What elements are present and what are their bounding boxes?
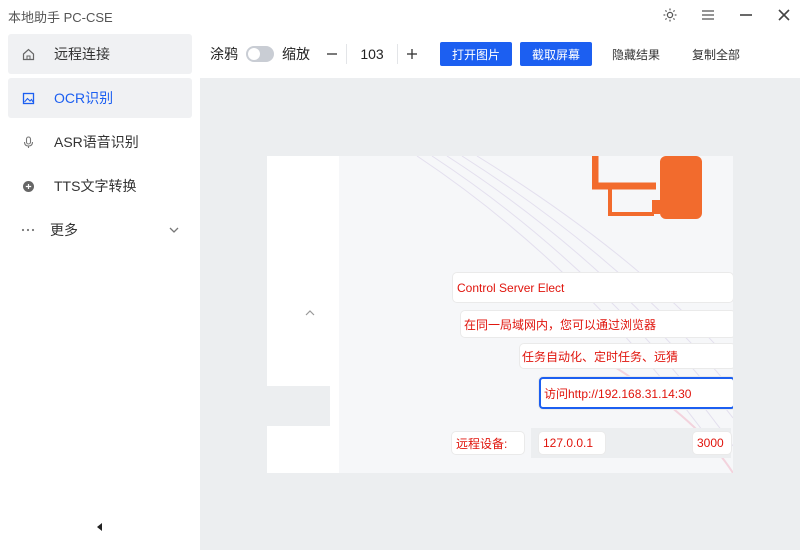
app-title: 本地助手 PC-CSE — [8, 10, 113, 25]
zoom-value[interactable]: 103 — [347, 46, 397, 62]
caret-left-icon[interactable] — [93, 520, 107, 534]
app-logo-image — [592, 156, 702, 219]
sidebar-more-label: 更多 — [50, 222, 78, 238]
sidebar-item-label: TTS文字转换 — [54, 178, 137, 194]
ocr-result-box[interactable]: 在同一局域网内，您可以通过浏览器 — [461, 311, 733, 337]
doodle-toggle[interactable] — [246, 46, 274, 62]
ocr-result-text: Control Server Elect — [457, 280, 565, 295]
ocr-result-text: 在同一局域网内，您可以通过浏览器 — [464, 317, 657, 332]
sidebar-item-ocr[interactable]: OCR识别 — [8, 78, 192, 118]
ocr-result-box[interactable]: 远程设备: — [452, 432, 524, 454]
ocr-result-text: 任务自动化、定时任务、远猜 — [522, 349, 679, 364]
home-icon — [20, 46, 36, 62]
ellipsis-icon — [20, 222, 36, 238]
ocr-result-box-selected[interactable]: 访问http://192.168.31.14:30 — [539, 377, 733, 409]
microphone-icon — [20, 134, 36, 150]
chevron-down-icon — [168, 223, 180, 239]
zoom-in-icon[interactable] — [398, 40, 426, 68]
image-canvas-area: | · Control Server Elect 在同一局域网内，您可以通过浏览… — [200, 78, 800, 550]
sidebar-item-tts[interactable]: TTS文字转换 — [8, 166, 192, 206]
toolbar: 涂鸦 缩放 103 打开图片 截取屏幕 隐藏结果 复制全部 — [200, 30, 800, 78]
text-convert-icon — [20, 178, 36, 194]
title-bar: 本地助手 PC-CSE — [0, 0, 800, 30]
ocr-result-text: 3000 — [697, 436, 724, 450]
capture-screen-button[interactable]: 截取屏幕 — [520, 42, 593, 66]
ocr-result-box[interactable]: 3000 — [693, 432, 731, 454]
close-icon[interactable] — [773, 4, 795, 26]
ocr-result-text: 127.0.0.1 — [543, 436, 594, 450]
hamburger-icon[interactable] — [697, 4, 719, 26]
open-image-button[interactable]: 打开图片 — [440, 42, 513, 66]
minimize-icon[interactable] — [735, 4, 757, 26]
sidebar: 远程连接 OCR识别 ASR语音识别 TTS文字转换 更多 — [0, 30, 200, 550]
sun-icon[interactable] — [659, 4, 681, 26]
zoom-out-icon[interactable] — [318, 40, 346, 68]
hide-results-button[interactable]: 隐藏结果 — [612, 46, 660, 63]
sidebar-item-asr[interactable]: ASR语音识别 — [8, 122, 192, 162]
app-window: 本地助手 PC-CSE 远程连接 OCR识别 ASR语音识别 TTS文字转换 更… — [0, 0, 800, 550]
ocr-result-box[interactable]: 任务自动化、定时任务、远猜 — [520, 344, 733, 368]
preview-row — [267, 386, 330, 426]
sidebar-item-more[interactable]: 更多 — [8, 210, 192, 250]
ocr-result-text: 远程设备: — [456, 436, 508, 451]
sidebar-item-label: 远程连接 — [54, 46, 110, 62]
sidebar-item-label: ASR语音识别 — [54, 134, 139, 150]
doodle-label: 涂鸦 — [210, 46, 238, 62]
image-icon — [20, 90, 36, 106]
ocr-result-box[interactable]: 127.0.0.1 — [539, 432, 605, 454]
zoom-label: 缩放 — [282, 46, 310, 62]
screenshot-preview: | · Control Server Elect 在同一局域网内，您可以通过浏览… — [267, 156, 733, 473]
chevron-up-icon — [304, 306, 316, 324]
copy-all-button[interactable]: 复制全部 — [692, 46, 740, 63]
sidebar-item-label: OCR识别 — [54, 90, 114, 106]
ocr-result-box[interactable]: Control Server Elect — [453, 273, 733, 302]
sidebar-item-remote[interactable]: 远程连接 — [8, 34, 192, 74]
ocr-result-text: 访问http://192.168.31.14:30 — [544, 386, 692, 401]
